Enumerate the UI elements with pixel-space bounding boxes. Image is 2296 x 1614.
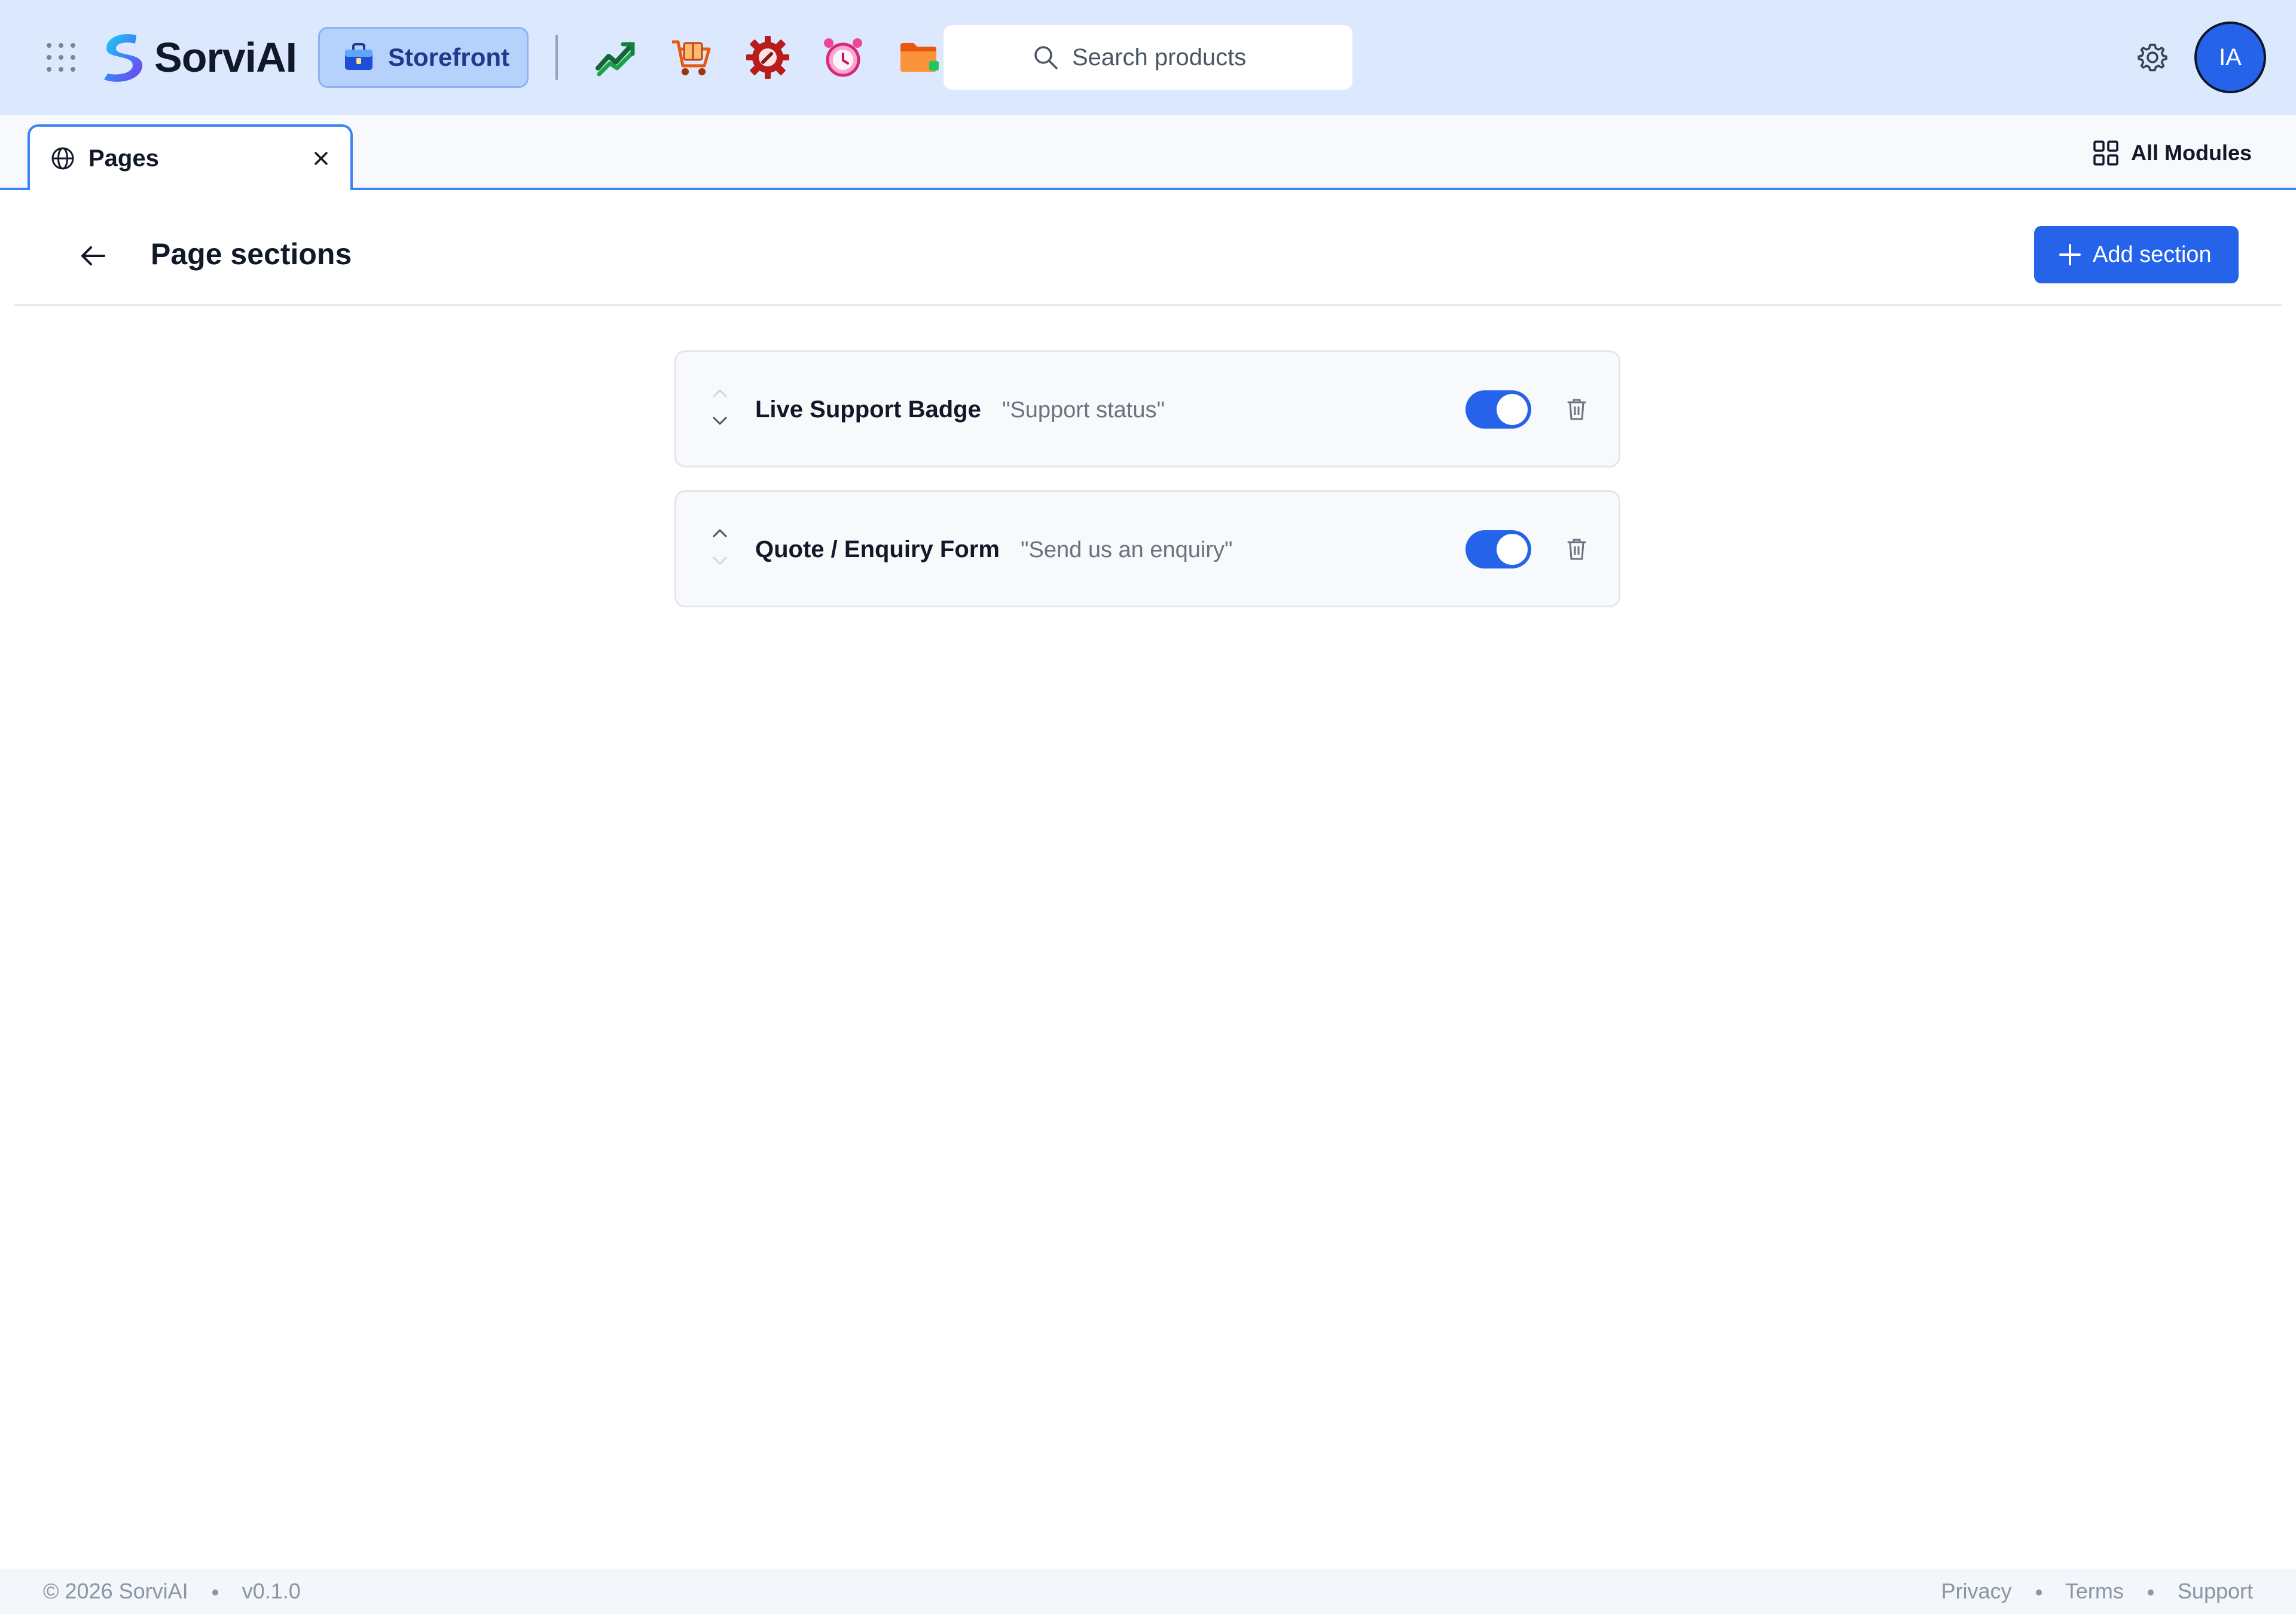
all-modules-label: All Modules xyxy=(2131,140,2252,165)
tab-pages[interactable]: Pages xyxy=(28,124,353,192)
settings-gear-icon[interactable] xyxy=(2137,42,2168,73)
header-divider xyxy=(14,304,2282,306)
module-switcher-label: Storefront xyxy=(388,43,509,71)
section-card: Quote / Enquiry Form "Send us an enquiry… xyxy=(674,490,1620,607)
move-down-icon[interactable] xyxy=(711,414,729,427)
grid-icon xyxy=(2093,140,2118,166)
shopping-cart-icon[interactable] xyxy=(668,35,714,80)
page-title: Page sections xyxy=(151,237,352,271)
search-input[interactable] xyxy=(1072,44,1263,71)
move-down-icon[interactable] xyxy=(711,554,729,567)
footer-separator xyxy=(212,1589,218,1596)
app-launcher-icon[interactable] xyxy=(47,43,75,72)
move-up-icon[interactable] xyxy=(711,527,729,540)
section-visibility-toggle[interactable] xyxy=(1465,390,1531,429)
search-icon xyxy=(1034,46,1058,69)
section-name: Live Support Badge xyxy=(755,396,981,423)
add-section-button[interactable]: Add section xyxy=(2034,226,2239,283)
back-arrow-icon[interactable] xyxy=(77,239,110,273)
section-subtitle: "Support status" xyxy=(1002,398,1165,423)
trash-icon[interactable] xyxy=(1566,537,1587,561)
copyright-text: © 2026 SorviAI xyxy=(43,1579,188,1603)
move-up-icon[interactable] xyxy=(711,387,729,400)
all-modules-button[interactable]: All Modules xyxy=(2093,137,2252,169)
user-avatar[interactable]: IA xyxy=(2194,22,2266,93)
section-title: Quote / Enquiry Form "Send us an enquiry… xyxy=(755,536,1232,563)
add-section-label: Add section xyxy=(2093,242,2212,267)
privacy-link[interactable]: Privacy xyxy=(1941,1579,2011,1603)
terms-link[interactable]: Terms xyxy=(2065,1579,2124,1603)
section-card: Live Support Badge "Support status" xyxy=(674,350,1620,467)
footer-left: © 2026 SorviAI v0.1.0 xyxy=(43,1579,301,1604)
module-switcher-button[interactable]: Storefront xyxy=(318,27,529,88)
toggle-knob xyxy=(1497,534,1528,565)
footer-links: Privacy Terms Support xyxy=(1941,1579,2253,1604)
reorder-controls xyxy=(711,527,729,576)
search-bar[interactable] xyxy=(944,25,1352,90)
section-visibility-toggle[interactable] xyxy=(1465,530,1531,568)
tab-label: Pages xyxy=(88,145,159,172)
reorder-controls xyxy=(711,387,729,436)
app-root: SorviAI Storefront Search products IA Pa… xyxy=(0,0,2296,1614)
plus-icon xyxy=(2059,244,2081,265)
alarm-clock-icon[interactable] xyxy=(820,35,866,80)
analytics-icon[interactable] xyxy=(593,35,639,80)
section-name: Quote / Enquiry Form xyxy=(755,536,1000,563)
logo-mark-icon xyxy=(104,34,142,82)
folder-icon[interactable] xyxy=(897,35,942,80)
close-icon[interactable] xyxy=(311,148,331,169)
globe-icon xyxy=(51,147,74,170)
brand-logo[interactable]: SorviAI xyxy=(99,29,297,86)
toolbar-divider xyxy=(555,35,558,80)
storefront-briefcase-icon xyxy=(345,43,373,70)
top-bar: SorviAI Storefront Search products IA xyxy=(0,0,2296,115)
version-text: v0.1.0 xyxy=(242,1579,301,1603)
toggle-knob xyxy=(1497,394,1528,425)
footer-separator xyxy=(2035,1589,2042,1596)
section-subtitle: "Send us an enquiry" xyxy=(1021,537,1233,563)
brand-name: SorviAI xyxy=(154,34,297,81)
service-gear-icon[interactable] xyxy=(745,35,790,80)
trash-icon[interactable] xyxy=(1566,398,1587,421)
section-title: Live Support Badge "Support status" xyxy=(755,396,1165,423)
support-link[interactable]: Support xyxy=(2178,1579,2253,1603)
footer-separator xyxy=(2147,1589,2154,1596)
footer: © 2026 SorviAI v0.1.0 Privacy Terms Supp… xyxy=(0,1569,2296,1614)
